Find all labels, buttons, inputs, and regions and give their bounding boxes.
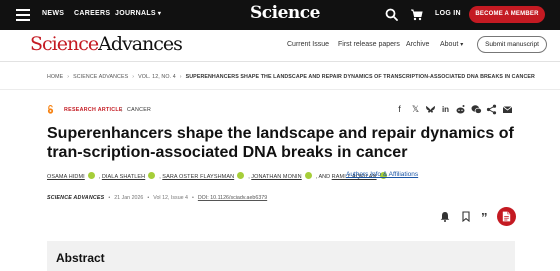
abstract-heading: Abstract: [56, 251, 105, 265]
orcid-icon[interactable]: [87, 172, 95, 179]
article-type: RESEARCH ARTICLE: [64, 107, 123, 113]
pdf-icon: [502, 211, 511, 222]
breadcrumb-journal[interactable]: SCIENCE ADVANCES: [73, 74, 128, 80]
science-advances-logo[interactable]: ScienceAdvances: [30, 33, 183, 55]
science-logo[interactable]: Science: [250, 3, 320, 23]
submit-manuscript-button[interactable]: Submit manuscript: [477, 36, 547, 53]
search-icon[interactable]: [385, 8, 398, 21]
nav-journals[interactable]: JOURNALS ▾: [115, 10, 161, 17]
author-name[interactable]: JONATHAN MONIN: [251, 174, 302, 180]
author-name[interactable]: OSAMA HIDMI: [47, 174, 85, 180]
meta-separator: |: [121, 107, 123, 113]
authors-info-link[interactable]: Authors Info & Affiliations: [346, 171, 418, 178]
x-icon[interactable]: 𝕏: [410, 104, 421, 115]
nav-first-release[interactable]: First release papers: [338, 41, 400, 48]
author-name[interactable]: SARA OSTER FLAYSHMAN: [162, 174, 234, 180]
doi-link[interactable]: DOI: 10.1126/sciadv.aeb6379: [198, 195, 267, 201]
become-member-button[interactable]: BECOME A MEMBER: [469, 6, 545, 23]
logo-advances-text: Advances: [98, 33, 183, 55]
menu-icon[interactable]: [16, 9, 30, 21]
orcid-icon[interactable]: [237, 172, 245, 179]
login-link[interactable]: LOG IN: [435, 10, 461, 17]
orcid-icon[interactable]: [148, 172, 156, 179]
orcid-icon[interactable]: [304, 172, 312, 179]
nav-about-label: About: [440, 41, 459, 48]
pdf-button[interactable]: [497, 207, 516, 226]
nav-archive[interactable]: Archive: [406, 41, 429, 48]
nav-journals-label: JOURNALS: [115, 10, 156, 17]
citation-journal: SCIENCE ADVANCES: [47, 195, 105, 201]
nav-news[interactable]: NEWS: [42, 10, 64, 17]
citation-line: SCIENCE ADVANCES • 21 Jan 2026 • Vol 12, Iss…: [47, 195, 268, 201]
wechat-icon[interactable]: [471, 104, 482, 115]
bookmark-icon[interactable]: [461, 211, 471, 222]
breadcrumb: HOME › SCIENCE ADVANCES › VOL. 12, NO. 4 › SUP…: [47, 74, 535, 80]
header-divider: [0, 61, 560, 62]
citation-volume: Vol 12, Issue 4: [153, 195, 188, 201]
open-access-icon: [47, 105, 54, 114]
breadcrumb-separator: ›: [132, 74, 135, 80]
bell-icon[interactable]: [440, 211, 450, 222]
breadcrumb-separator: ›: [179, 74, 182, 80]
chevron-down-icon: ▾: [157, 11, 162, 17]
nav-about[interactable]: About ▾: [440, 41, 463, 48]
nav-careers[interactable]: CAREERS: [74, 10, 110, 17]
author-and: AND: [318, 174, 331, 180]
share-icon[interactable]: [486, 104, 497, 115]
author-name[interactable]: DIALA SHATLEH: [102, 174, 145, 180]
abstract-section: Abstract: [47, 241, 515, 271]
breadcrumb-issue[interactable]: VOL. 12, NO. 4: [138, 74, 176, 80]
top-navigation-bar: NEWS CAREERS JOURNALS ▾ Science LOG IN BE…: [0, 0, 560, 30]
article-subject[interactable]: CANCER: [127, 107, 151, 113]
author-list: OSAMA HIDMI, DIALA SHATLEH, SARA OSTER F…: [47, 172, 391, 180]
breadcrumb-home[interactable]: HOME: [47, 74, 63, 80]
breadcrumb-divider: [0, 89, 560, 90]
citation-date: 21 Jan 2026: [114, 195, 144, 201]
logo-science-text: Science: [30, 33, 99, 55]
nav-current-issue[interactable]: Current Issue: [287, 41, 329, 48]
reddit-icon[interactable]: [455, 104, 466, 115]
quote-icon[interactable]: ”: [481, 211, 491, 224]
linkedin-icon[interactable]: in: [440, 104, 451, 115]
article-title: Superenhancers shape the landscape and r…: [47, 125, 514, 161]
chevron-down-icon: ▾: [460, 42, 464, 48]
breadcrumb-current: SUPERENHANCERS SHAPE THE LANDSCAPE AND R…: [185, 74, 535, 80]
breadcrumb-separator: ›: [67, 74, 70, 80]
bluesky-icon[interactable]: [425, 104, 436, 115]
email-icon[interactable]: [502, 104, 513, 115]
facebook-icon[interactable]: f: [394, 104, 405, 115]
cart-icon[interactable]: [410, 8, 423, 21]
